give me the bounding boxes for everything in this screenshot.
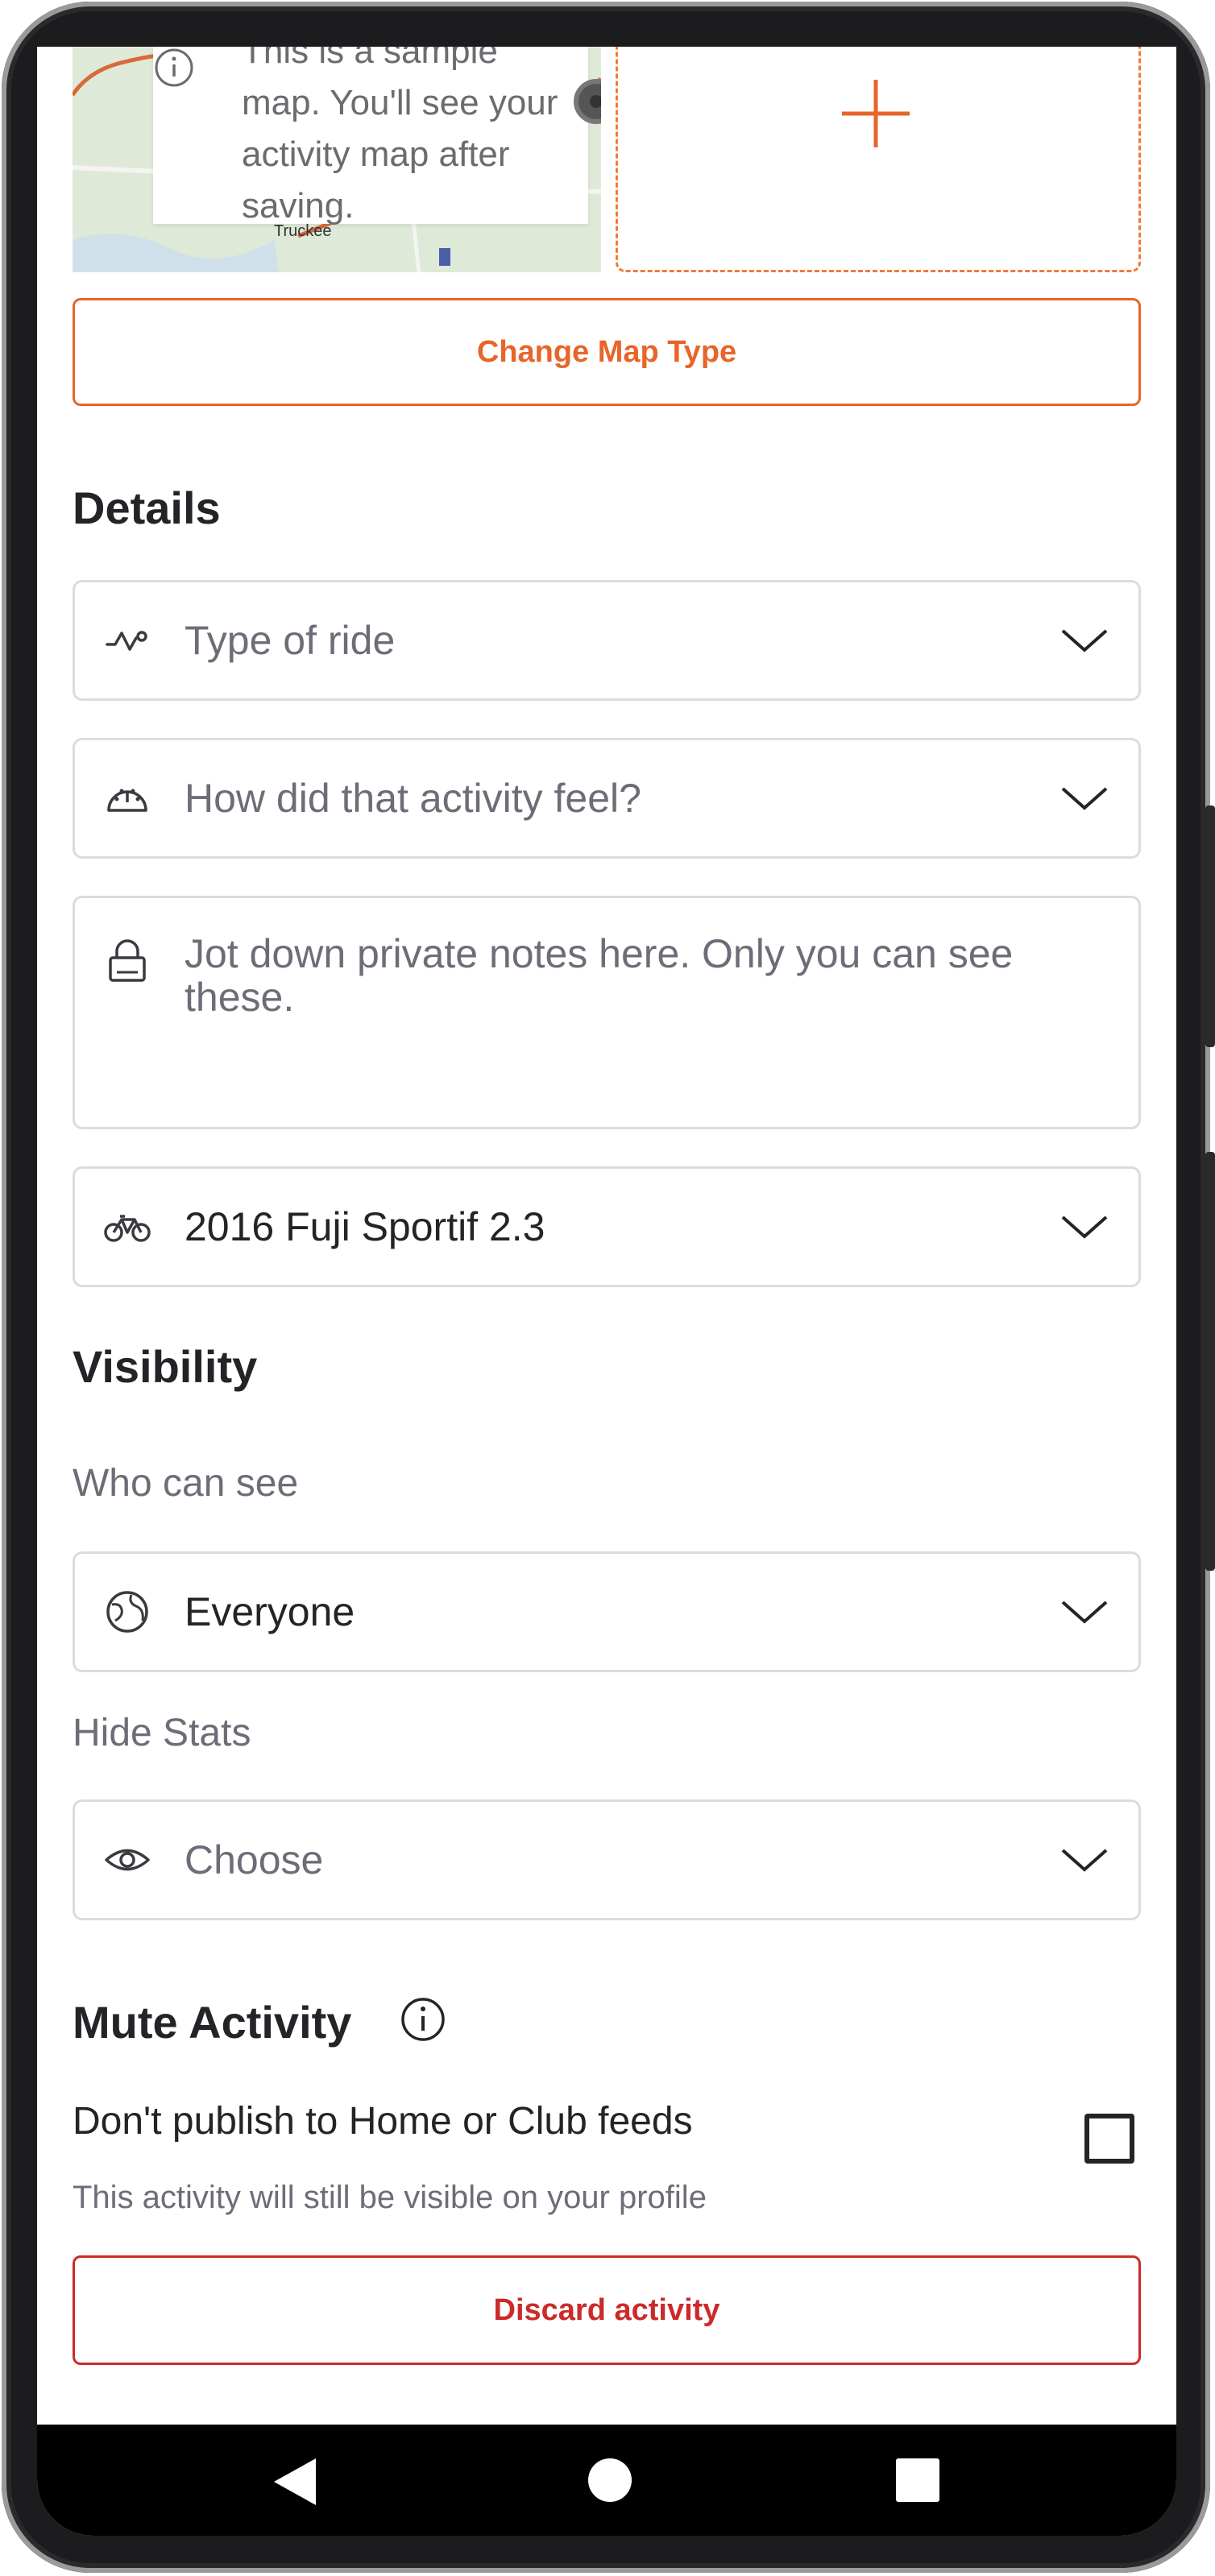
- chevron-down-icon: [1061, 1849, 1108, 1872]
- gear-value: 2016 Fuji Sportif 2.3: [185, 1204, 545, 1249]
- details-section-title: Details: [73, 482, 221, 533]
- map-preview: Truckee This is a sample map. You'll see…: [73, 47, 601, 272]
- hide-stats-select[interactable]: Choose: [73, 1799, 1141, 1920]
- info-icon[interactable]: [400, 1996, 446, 2043]
- private-notes-field[interactable]: Jot down private notes here. Only you ca…: [73, 896, 1141, 1129]
- recent-apps-icon[interactable]: [896, 2458, 939, 2502]
- mute-activity-title: Mute Activity: [73, 1997, 352, 2048]
- phone-side-button: [1205, 806, 1215, 1047]
- chevron-down-icon: [1061, 629, 1108, 652]
- change-map-type-button[interactable]: Change Map Type: [73, 298, 1141, 406]
- mute-activity-header: Mute Activity: [37, 1996, 1176, 2052]
- map-info-text: This is a sample map. You'll see your ac…: [242, 47, 558, 226]
- hide-stats-placeholder: Choose: [185, 1837, 324, 1882]
- back-icon[interactable]: [271, 2457, 319, 2507]
- who-can-see-label: Who can see: [73, 1462, 299, 1505]
- ride-type-select[interactable]: Type of ride: [73, 580, 1141, 701]
- ride-type-placeholder: Type of ride: [185, 618, 396, 663]
- mute-option-description: This activity will still be visible on y…: [73, 2180, 707, 2215]
- add-photo-button[interactable]: [616, 47, 1141, 272]
- chevron-down-icon: [1061, 1601, 1108, 1624]
- hide-stats-label: Hide Stats: [73, 1712, 251, 1754]
- bike-icon: [104, 1215, 151, 1242]
- activity-feel-select[interactable]: How did that activity feel?: [73, 738, 1141, 859]
- mute-checkbox[interactable]: [1084, 2114, 1134, 2164]
- gear-select[interactable]: 2016 Fuji Sportif 2.3: [73, 1166, 1141, 1287]
- gauge-icon: [107, 789, 147, 812]
- info-icon: [155, 48, 193, 87]
- who-can-see-value: Everyone: [185, 1589, 355, 1634]
- map-info-card: This is a sample map. You'll see your ac…: [153, 47, 588, 226]
- system-nav-bar: [37, 2425, 1176, 2536]
- phone-side-button: [1205, 1152, 1215, 1571]
- eye-icon: [105, 1849, 150, 1871]
- home-icon[interactable]: [588, 2458, 632, 2502]
- discard-activity-button[interactable]: Discard activity: [73, 2255, 1141, 2365]
- lock-icon: [109, 939, 146, 982]
- mute-option-label: Don't publish to Home or Club feeds: [73, 2100, 693, 2143]
- globe-icon: [106, 1591, 148, 1633]
- plus-icon: [842, 80, 910, 147]
- who-can-see-select[interactable]: Everyone: [73, 1551, 1141, 1672]
- activity-graph-icon: [106, 631, 147, 651]
- app-screen: Truckee This is a sample map. You'll see…: [37, 47, 1176, 2536]
- chevron-down-icon: [1061, 1216, 1108, 1239]
- private-notes-placeholder: Jot down private notes here. Only you ca…: [185, 931, 1014, 1020]
- activity-feel-placeholder: How did that activity feel?: [185, 776, 641, 821]
- chevron-down-icon: [1061, 787, 1108, 810]
- visibility-section-title: Visibility: [73, 1341, 258, 1392]
